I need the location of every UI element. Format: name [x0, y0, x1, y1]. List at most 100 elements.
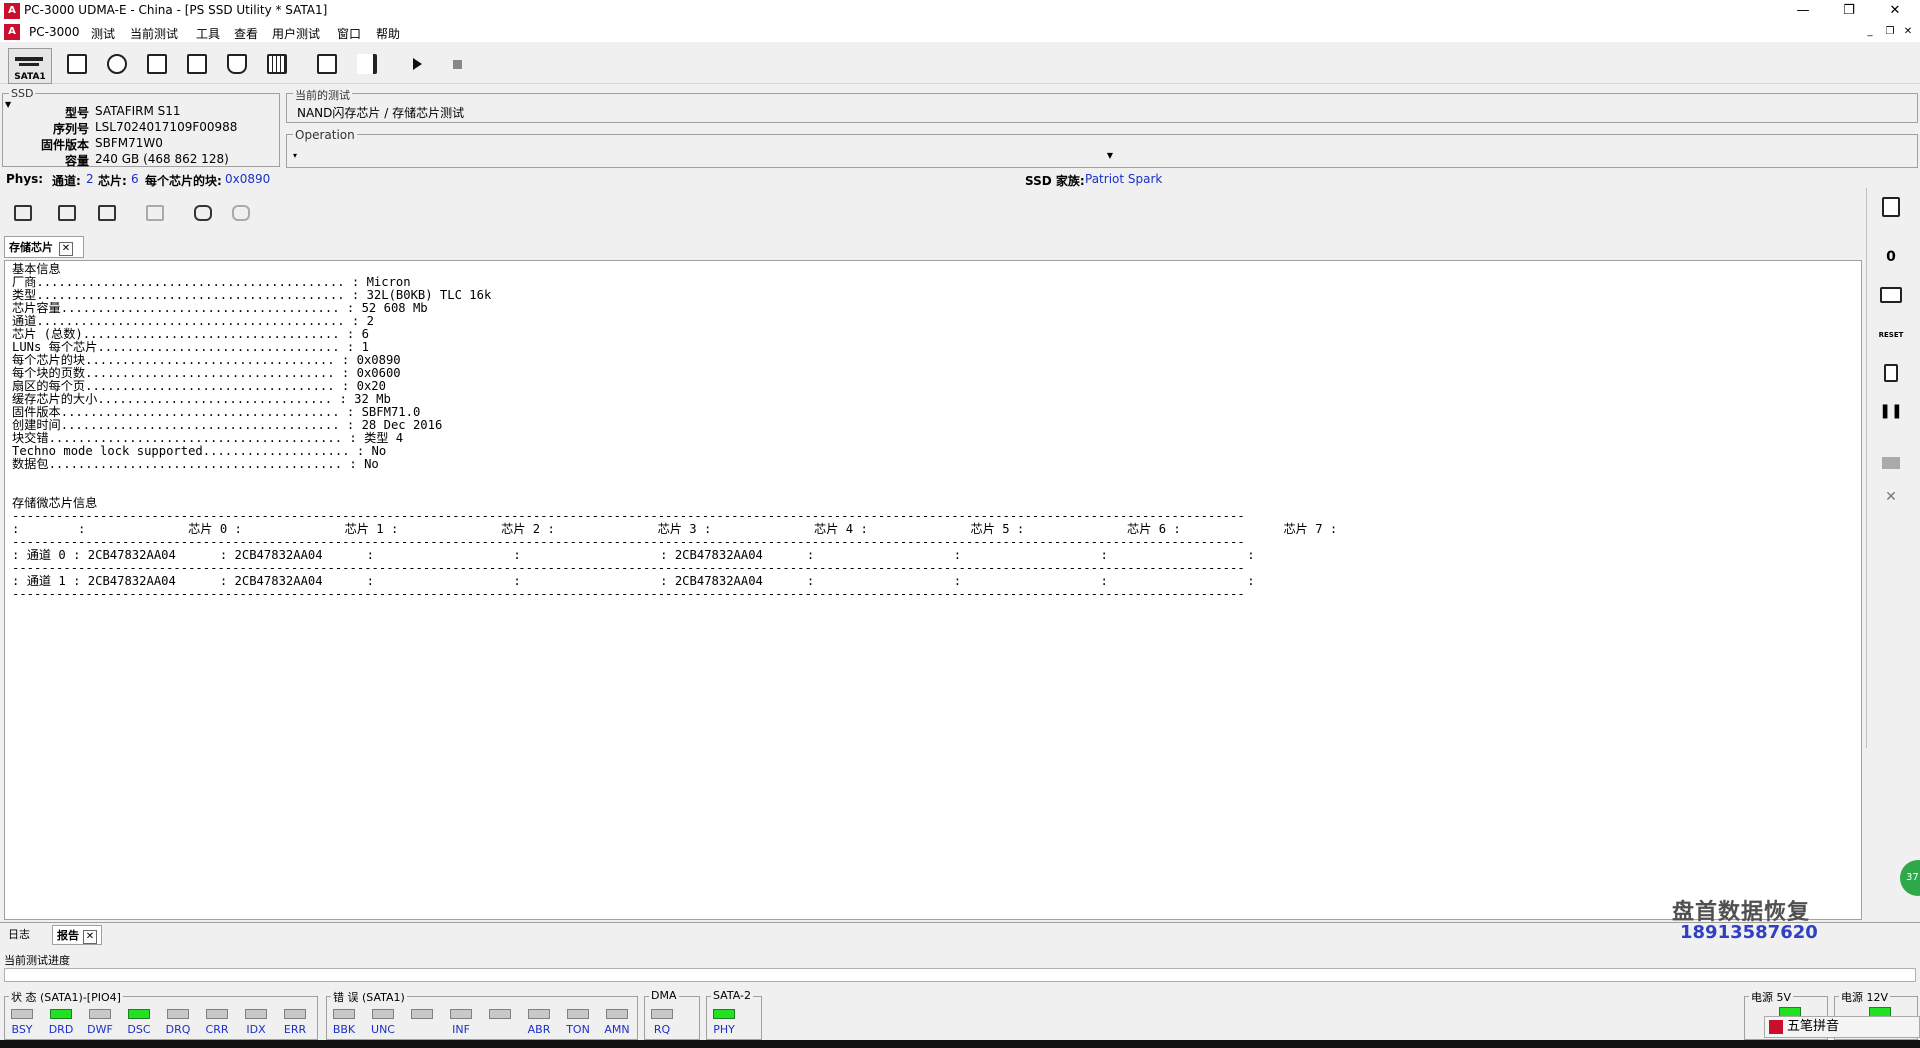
pause-panel-button[interactable]: ❚❚ [1877, 398, 1905, 424]
id-panel-button[interactable] [1877, 194, 1905, 220]
settings-button[interactable] [102, 50, 132, 78]
tab-storage-chip[interactable]: 存储芯片 ✕ [4, 236, 84, 258]
menu-tools[interactable]: 工具 [196, 25, 220, 42]
blocks-label: 每个芯片的块: [145, 174, 222, 188]
document-icon [67, 54, 87, 74]
chevron-down-icon: ▼ [1106, 151, 1113, 160]
find-button[interactable] [190, 200, 216, 226]
basic-info-key: 缓存芯片的大小 [12, 392, 98, 406]
operation-left-arrow-icon: ▾ [293, 151, 298, 160]
menu-pc3000[interactable]: PC-3000 [29, 25, 79, 39]
basic-info-value: 1 [361, 340, 369, 354]
print-button[interactable] [10, 200, 36, 226]
windows-button[interactable] [312, 50, 342, 78]
basic-info-key: 通道 [12, 314, 37, 328]
status-led [128, 1009, 150, 1019]
phys-label: Phys: [6, 172, 44, 186]
status-led-label: UNC [371, 1023, 395, 1036]
basic-info-key: Techno mode lock supported [12, 444, 203, 458]
mdi-minimize-icon[interactable]: _ [1862, 25, 1878, 39]
tab-log[interactable]: 日志 [4, 925, 34, 945]
basic-info-value: 6 [361, 327, 369, 341]
chip-cell [1115, 548, 1247, 562]
maximize-button[interactable]: ❐ [1826, 0, 1872, 22]
power-panel-button[interactable]: 0 [1877, 244, 1905, 270]
find-next-button[interactable] [228, 200, 254, 226]
basic-info-value: 28 Dec 2016 [361, 418, 443, 432]
basic-info-value: SBFM71.0 [361, 405, 421, 419]
chip-cell [968, 548, 1100, 562]
stack-icon [147, 54, 167, 74]
report-toolbar [0, 192, 1860, 232]
play-button[interactable] [402, 50, 432, 78]
model-value: SATAFIRM S11 [95, 104, 181, 118]
channels-label: 通道: [52, 174, 81, 188]
flask-button[interactable] [222, 50, 252, 78]
power-5v-label: 电源 5V [1749, 989, 1794, 1005]
save-as-button[interactable] [94, 200, 120, 226]
tools-panel-button[interactable]: ✕ [1877, 484, 1905, 510]
save-button[interactable] [54, 200, 80, 226]
report-view: 基本信息 厂商.................................… [4, 260, 1862, 920]
basic-info-value: 0x20 [356, 379, 386, 393]
expand-panel-button[interactable] [1877, 450, 1905, 476]
run-script-button[interactable] [352, 50, 382, 78]
hardware-panel-button[interactable] [1877, 282, 1905, 308]
ime-toolbar[interactable]: 五笔拼音 [1764, 1016, 1920, 1038]
close-icon[interactable]: ✕ [59, 242, 73, 256]
power-switch-icon: 0 [1886, 249, 1896, 265]
menu-current-test[interactable]: 当前测试 [130, 25, 178, 42]
menu-help[interactable]: 帮助 [376, 25, 400, 42]
basic-info-key: 数据包 [12, 457, 49, 471]
close-icon[interactable]: ✕ [83, 930, 97, 944]
report-tab-strip: 存储芯片 ✕ [4, 236, 1864, 260]
minimize-button[interactable]: — [1780, 0, 1826, 22]
chip-cell [381, 548, 513, 562]
error-group: 错 误 (SATA1) BBK UNC INF ABR TON AMN [326, 989, 638, 1040]
serial-value: LSL7024017109F00988 [95, 120, 238, 134]
operation-select[interactable]: ▾ ▼ [293, 151, 1113, 165]
menu-window[interactable]: 窗口 [337, 25, 361, 42]
app-icon: A [4, 3, 20, 19]
reset-panel-button[interactable]: RESET [1877, 322, 1905, 348]
grid-button[interactable] [262, 50, 292, 78]
chip-cell [528, 548, 660, 562]
menu-user-test[interactable]: 用户测试 [272, 25, 320, 42]
mdi-app-icon[interactable]: A [4, 24, 20, 40]
status-led-label: RQ [653, 1023, 671, 1036]
chip-cell [968, 574, 1100, 588]
status-led [567, 1009, 589, 1019]
basic-info-key: 厂商 [12, 275, 37, 289]
chip-icon [187, 54, 207, 74]
channels-value: 2 [86, 172, 94, 186]
sata1-port-button[interactable]: SATA1 [8, 48, 52, 84]
watermark-phone: 18913587620 [1680, 922, 1818, 943]
status-led-label: BSY [11, 1023, 33, 1036]
status-led-label: CRR [205, 1023, 229, 1036]
chip-header: 芯片 5 [970, 522, 1010, 536]
status-led-label: ABR [527, 1023, 551, 1036]
status-led [450, 1009, 472, 1019]
copy-button[interactable] [142, 200, 168, 226]
stop-button[interactable] [442, 50, 472, 78]
close-button[interactable]: ✕ [1872, 0, 1918, 22]
chip-button[interactable] [182, 50, 212, 78]
tab-report[interactable]: 报告 ✕ [52, 925, 102, 945]
drive-id-button[interactable] [62, 50, 92, 78]
main-toolbar: SATA1 [0, 44, 1920, 84]
dma-group-title: DMA [649, 989, 679, 1002]
operation-legend: Operation [293, 128, 357, 142]
mdi-close-icon[interactable]: ✕ [1900, 25, 1916, 39]
grid-icon [267, 54, 287, 74]
window-title: PC-3000 UDMA-E - China - [PS SSD Utility… [24, 3, 328, 17]
status-led [333, 1009, 355, 1019]
basic-info-value: 52 608 Mb [361, 301, 428, 315]
menu-view[interactable]: 查看 [234, 25, 258, 42]
usb-panel-button[interactable] [1877, 360, 1905, 386]
copy-docs-button[interactable] [142, 50, 172, 78]
status-led [206, 1009, 228, 1019]
chip-cell [822, 574, 954, 588]
floating-badge[interactable]: 37 [1900, 860, 1920, 896]
menu-test[interactable]: 测试 [91, 25, 115, 42]
mdi-restore-icon[interactable]: ❐ [1882, 25, 1898, 39]
